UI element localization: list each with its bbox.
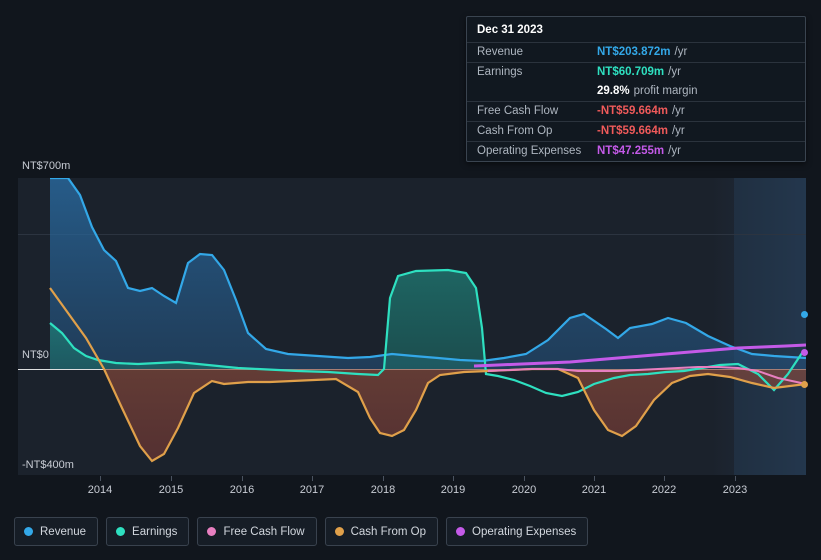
tooltip-label-operating-expenses: Operating Expenses	[477, 145, 582, 157]
tooltip-label-cash-from-op: Cash From Op	[477, 125, 553, 137]
x-tickmark	[100, 476, 101, 481]
tooltip-suffix-cash-from-op: /yr	[671, 125, 685, 137]
x-tickmark	[312, 476, 313, 481]
tooltip-suffix-profit-margin: profit margin	[633, 85, 698, 97]
legend-label-free-cash-flow: Free Cash Flow	[223, 525, 305, 538]
tooltip-value-operating-expenses: NT$47.255m	[597, 145, 665, 157]
x-tickmark	[594, 476, 595, 481]
tooltip-value-free-cash-flow: -NT$59.664m	[597, 105, 668, 117]
x-tickmark	[453, 476, 454, 481]
tooltip-suffix-free-cash-flow: /yr	[671, 105, 685, 117]
x-tick-2020: 2020	[511, 484, 537, 496]
y-axis-top-label: NT$700m	[22, 160, 71, 172]
tooltip-suffix-operating-expenses: /yr	[668, 145, 681, 157]
x-tick-2022: 2022	[651, 484, 677, 496]
chart-canvas	[49, 178, 806, 463]
tooltip-date: Dec 31 2023	[477, 24, 543, 36]
legend-dot-cash-from-op-icon	[334, 527, 344, 536]
x-tickmark	[171, 476, 172, 481]
chart-legend: Revenue Earnings Free Cash Flow Cash Fro…	[14, 517, 589, 546]
x-tickmark	[735, 476, 736, 481]
legend-item-free-cash-flow[interactable]: Free Cash Flow	[197, 517, 317, 546]
tooltip-label-earnings: Earnings	[477, 66, 523, 78]
tooltip-row-profit-margin: 29.8% profit margin	[467, 82, 805, 101]
tooltip-row-earnings: Earnings NT$60.709m /yr	[467, 62, 805, 82]
operating-expenses-end-dot	[801, 349, 808, 356]
legend-label-earnings: Earnings	[132, 525, 178, 538]
legend-item-earnings[interactable]: Earnings	[106, 517, 190, 546]
x-tick-2019: 2019	[440, 484, 466, 496]
legend-label-revenue: Revenue	[40, 525, 87, 538]
chart-tooltip: Dec 31 2023 Revenue NT$203.872m /yr Earn…	[466, 16, 806, 162]
tooltip-suffix-revenue: /yr	[674, 46, 688, 58]
revenue-end-dot	[801, 311, 808, 318]
chart-page: NT$700m NT$0 -NT$400m 2014 2015 2016 201…	[0, 0, 821, 560]
x-tickmark	[524, 476, 525, 481]
x-tick-2023: 2023	[722, 484, 748, 496]
x-tick-2017: 2017	[299, 484, 325, 496]
x-tick-2014: 2014	[87, 484, 113, 496]
tooltip-label-free-cash-flow: Free Cash Flow	[477, 105, 559, 117]
tooltip-value-cash-from-op: -NT$59.664m	[597, 125, 668, 137]
x-tick-2018: 2018	[370, 484, 396, 496]
cash-from-op-end-dot	[801, 381, 808, 388]
tooltip-row-cash-from-op: Cash From Op -NT$59.664m /yr	[467, 121, 805, 141]
x-tick-2016: 2016	[229, 484, 255, 496]
legend-dot-free-cash-flow-icon	[207, 527, 217, 536]
tooltip-row-operating-expenses: Operating Expenses NT$47.255m /yr	[467, 141, 805, 161]
legend-label-cash-from-op: Cash From Op	[350, 525, 427, 538]
x-tickmark	[383, 476, 384, 481]
tooltip-value-profit-margin: 29.8%	[597, 85, 630, 97]
x-tickmark	[242, 476, 243, 481]
legend-item-operating-expenses[interactable]: Operating Expenses	[446, 517, 589, 546]
legend-label-operating-expenses: Operating Expenses	[472, 525, 577, 538]
tooltip-row-revenue: Revenue NT$203.872m /yr	[467, 42, 805, 62]
x-tick-2015: 2015	[158, 484, 184, 496]
legend-item-revenue[interactable]: Revenue	[14, 517, 99, 546]
x-tick-2021: 2021	[581, 484, 607, 496]
legend-dot-revenue-icon	[24, 527, 33, 536]
legend-item-cash-from-op[interactable]: Cash From Op	[324, 517, 439, 546]
tooltip-value-revenue: NT$203.872m	[597, 46, 671, 58]
legend-dot-earnings-icon	[116, 527, 126, 536]
tooltip-label-revenue: Revenue	[477, 46, 524, 58]
x-tickmark	[664, 476, 665, 481]
legend-dot-operating-expenses-icon	[456, 527, 466, 536]
tooltip-suffix-earnings: /yr	[668, 66, 681, 78]
tooltip-value-earnings: NT$60.709m	[597, 66, 665, 78]
tooltip-row-free-cash-flow: Free Cash Flow -NT$59.664m /yr	[467, 101, 805, 121]
